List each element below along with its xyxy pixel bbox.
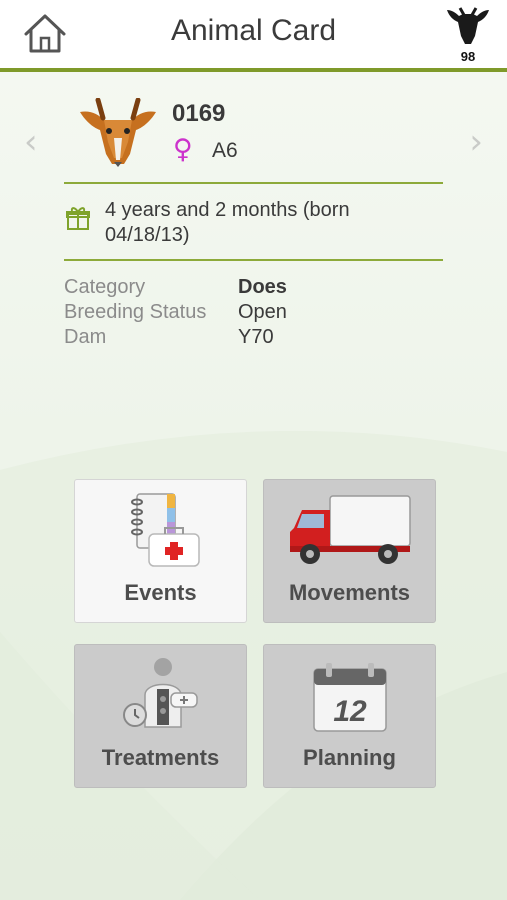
treatments-button[interactable]: Treatments	[74, 644, 247, 788]
previous-animal-button[interactable]: ‹	[24, 122, 38, 162]
breeding-status-value: Open	[238, 301, 287, 323]
animal-age: 4 years and 2 months (born 04/18/13)	[105, 199, 350, 246]
planning-button[interactable]: 12 Planning	[263, 644, 436, 788]
category-label: Category	[64, 276, 146, 298]
events-label: Events	[124, 580, 197, 605]
events-button[interactable]: Events	[74, 479, 247, 623]
dam-label: Dam	[64, 326, 107, 348]
calendar-day: 12	[333, 695, 367, 728]
calendar-icon: 12	[313, 663, 387, 732]
animal-card: ‹ › 0169 ♀ A6 4 years and 2 months (born…	[0, 72, 507, 900]
treatments-label: Treatments	[101, 745, 220, 770]
breeding-status-label: Breeding Status	[64, 301, 207, 323]
veterinarian-icon	[123, 658, 198, 728]
truck-icon	[290, 495, 411, 564]
planning-label: Planning	[303, 745, 396, 770]
app-header: Animal Card 98	[0, 0, 507, 72]
herd-count: 98	[460, 49, 476, 64]
dam-value: Y70	[238, 326, 274, 348]
movements-button[interactable]: Movements	[263, 479, 436, 623]
female-icon: ♀	[173, 134, 193, 165]
divider	[64, 259, 443, 261]
animal-tag: A6	[212, 139, 238, 162]
animal-id: 0169	[172, 100, 226, 127]
next-animal-button[interactable]: ›	[469, 122, 483, 162]
page-title: Animal Card	[170, 14, 337, 47]
herd-counter[interactable]: 98	[441, 4, 495, 66]
category-value: Does	[238, 276, 287, 298]
movements-label: Movements	[288, 580, 411, 605]
gift-icon	[66, 207, 90, 230]
goat-head-icon	[447, 7, 489, 44]
notebook-medkit-icon	[131, 493, 200, 567]
divider	[64, 182, 443, 184]
goat-head-icon	[80, 98, 156, 167]
